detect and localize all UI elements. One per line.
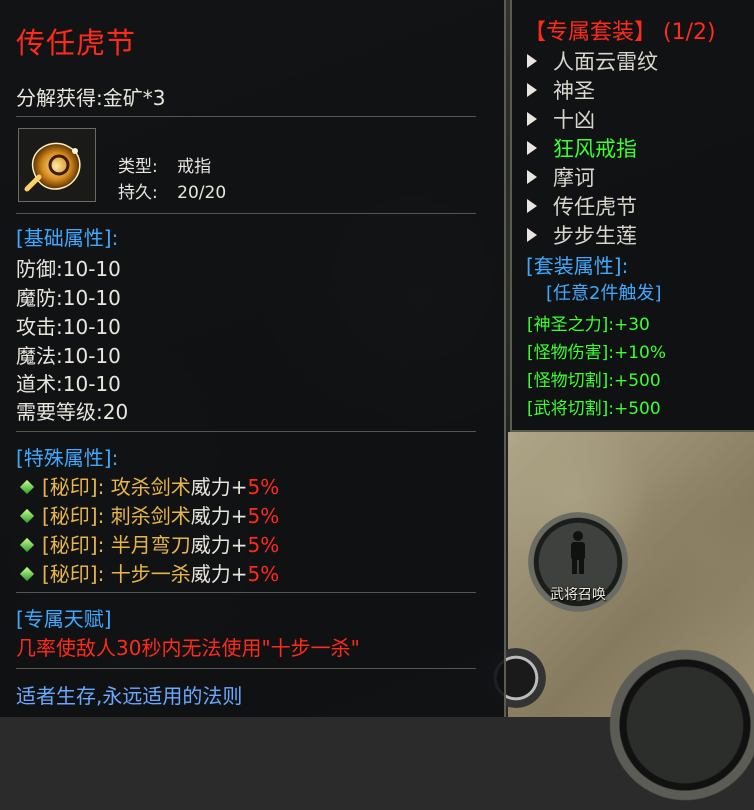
set-item: 步步生莲 — [527, 220, 637, 250]
base-attrs-header: [基础属性]: — [16, 226, 119, 250]
person-icon — [571, 531, 585, 574]
divider — [16, 592, 476, 593]
general-summon-button[interactable]: 武将召唤 — [528, 512, 628, 612]
green-gem-icon — [19, 479, 35, 495]
triangle-right-icon — [527, 228, 537, 242]
set-bonus-row: [神圣之力]:+30 — [527, 315, 650, 335]
required-level-row: 需要等级:20 — [16, 400, 129, 424]
durability-value: 20/20 — [177, 183, 227, 203]
green-gem-icon — [19, 566, 35, 582]
base-attr-row: 魔法:10-10 — [16, 344, 121, 368]
motto-text: 适者生存,永远适用的法则 — [16, 684, 243, 708]
green-gem-icon — [19, 508, 35, 524]
triangle-right-icon — [527, 141, 537, 155]
set-item: 神圣 — [527, 75, 595, 105]
durability-row: 持久: 20/20 — [118, 178, 226, 203]
set-item: 摩诃 — [527, 162, 595, 192]
durability-label: 持久: — [118, 183, 158, 203]
talent-description: 几率使敌人30秒内无法使用"十步一杀" — [16, 636, 360, 660]
type-label: 类型: — [118, 157, 158, 177]
special-attrs-header: [特殊属性]: — [16, 446, 119, 470]
talent-header: [专属天赋] — [16, 607, 112, 631]
set-bonus-row: [怪物伤害]:+10% — [527, 343, 667, 363]
special-attr-row: [秘印]: 半月弯刀威力+5% — [16, 529, 279, 558]
special-attr-row: [秘印]: 攻杀剑术威力+5% — [16, 471, 279, 500]
decompose-text: 分解获得:金矿*3 — [16, 86, 166, 110]
special-attr-row: [秘印]: 十步一杀威力+5% — [16, 558, 279, 587]
type-value: 戒指 — [177, 157, 212, 177]
green-gem-icon — [19, 537, 35, 553]
divider — [16, 116, 476, 117]
set-item: 十凶 — [527, 104, 595, 134]
special-attr-row: [秘印]: 刺杀剑术威力+5% — [16, 500, 279, 529]
item-title: 传任虎节 — [16, 26, 137, 60]
set-bonus-row: [怪物切割]:+500 — [527, 371, 661, 391]
triangle-right-icon — [527, 199, 537, 213]
triangle-right-icon — [527, 170, 537, 184]
set-attr-header: [套装属性]: — [526, 254, 629, 278]
ring-item-icon — [18, 128, 96, 202]
base-attr-row: 防御:10-10 — [16, 257, 121, 281]
set-item-owned: 狂风戒指 — [527, 133, 637, 163]
triangle-right-icon — [527, 83, 537, 97]
triangle-right-icon — [527, 54, 537, 68]
type-row: 类型: 戒指 — [118, 152, 211, 177]
divider — [16, 213, 476, 214]
base-attr-row: 道术:10-10 — [16, 372, 121, 396]
item-tooltip-panel: 传任虎节 分解获得:金矿*3 类型: 戒指 持久: 20/20 [基础属性]: … — [0, 0, 506, 717]
attack-dial-button[interactable] — [600, 640, 754, 810]
set-item: 传任虎节 — [527, 191, 637, 221]
divider — [16, 668, 476, 669]
divider — [16, 431, 476, 432]
set-item: 人面云雷纹 — [527, 46, 658, 76]
set-count: (1/2) — [663, 20, 716, 45]
set-title: 【专属套装】 (1/2) — [524, 20, 716, 45]
general-summon-label: 武将召唤 — [550, 587, 606, 603]
set-trigger-text: [任意2件触发] — [546, 283, 662, 304]
base-attr-row: 魔防:10-10 — [16, 286, 121, 310]
base-attr-row: 攻击:10-10 — [16, 315, 121, 339]
triangle-right-icon — [527, 112, 537, 126]
set-bonus-row: [武将切割]:+500 — [527, 399, 661, 419]
